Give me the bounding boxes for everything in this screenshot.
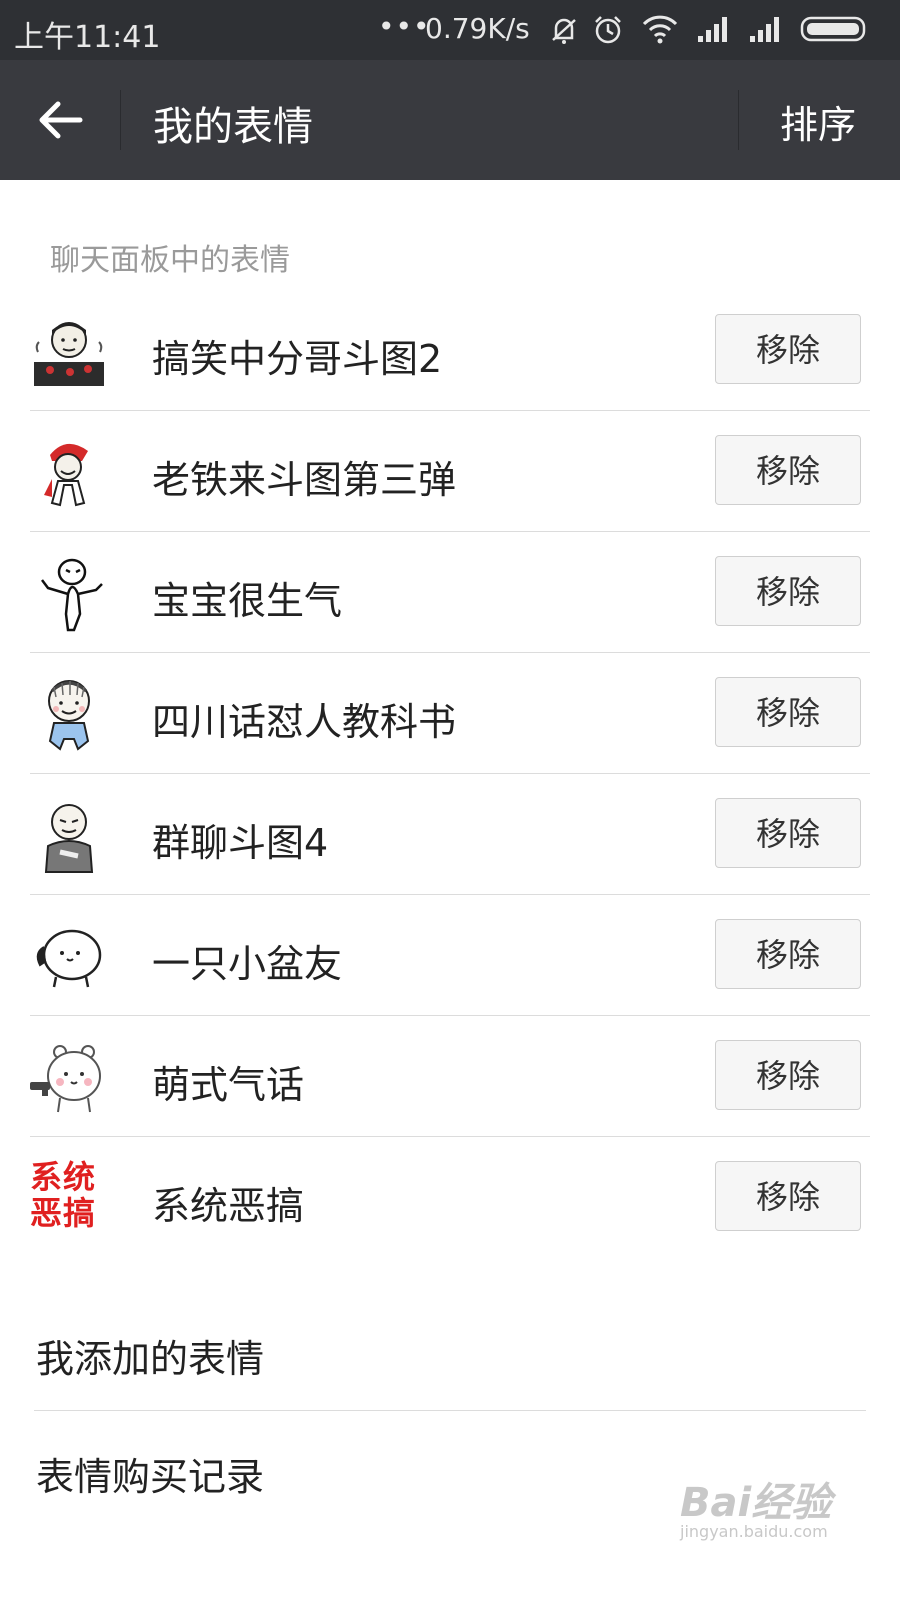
sticker-text-line-1: 系统 <box>30 1158 97 1196</box>
back-button[interactable] <box>30 90 94 150</box>
sticker-pack-name: 群聊斗图4 <box>152 821 329 865</box>
remove-button[interactable]: 移除 <box>715 1161 861 1231</box>
arrow-left-icon <box>39 101 83 139</box>
status-bar: 上午11:41 ••• 0.79K/s <box>0 0 900 60</box>
sticker-pack-name: 老铁来斗图第三弹 <box>152 458 457 502</box>
grey-shirt-meme-icon <box>44 804 94 873</box>
sticker-pack-name: 四川话怼人教科书 <box>152 700 457 744</box>
wifi-icon <box>642 15 678 44</box>
list-item: 老铁来斗图第三弹 移除 <box>30 411 870 532</box>
network-speed: 0.79K/s <box>425 12 530 45</box>
remove-button[interactable]: 移除 <box>715 1040 861 1110</box>
list-item: 萌式气话 移除 <box>30 1016 870 1137</box>
sticker-pack-name: 一只小盆友 <box>152 942 343 986</box>
entry-divider <box>34 1410 866 1411</box>
angry-doodle-icon <box>41 558 103 632</box>
title-divider-left <box>120 90 121 150</box>
page-title: 我的表情 <box>153 104 313 150</box>
sticker-pack-name: 搞笑中分哥斗图2 <box>152 337 443 381</box>
my-added-stickers-entry[interactable]: 我添加的表情 <box>36 1328 866 1383</box>
remove-button[interactable]: 移除 <box>715 556 861 626</box>
status-time: 上午11:41 <box>14 20 161 55</box>
remove-button[interactable]: 移除 <box>715 677 861 747</box>
section-title: 聊天面板中的表情 <box>50 243 290 278</box>
list-item: 一只小盆友 移除 <box>30 895 870 1016</box>
list-item: 四川话怼人教科书 移除 <box>30 653 870 774</box>
sticker-text-line-2: 恶搞 <box>30 1194 97 1232</box>
sticker-pack-name: 宝宝很生气 <box>152 579 343 623</box>
watermark-url: jingyan.baidu.com <box>680 1522 828 1541</box>
signal-1-icon <box>698 17 727 42</box>
battery-icon <box>800 16 866 42</box>
watermark-brand: Bai经验 <box>680 1480 832 1526</box>
mute-bell-icon <box>552 18 576 44</box>
system-prank-sticker: 系统 恶搞 <box>30 1159 108 1237</box>
remove-button[interactable]: 移除 <box>715 435 861 505</box>
alarm-clock-icon <box>595 16 621 44</box>
title-bar: 我的表情 排序 <box>0 60 900 180</box>
remove-button[interactable]: 移除 <box>715 919 861 989</box>
sort-button[interactable]: 排序 <box>780 94 856 149</box>
meme-man-icon <box>34 322 104 386</box>
round-white-buddy-icon <box>36 929 102 988</box>
blue-overalls-kid-icon <box>48 680 90 751</box>
more-dots-icon: ••• <box>378 10 431 43</box>
signal-2-icon <box>750 17 779 42</box>
watermark: Bai经验 jingyan.baidu.com <box>680 1470 832 1541</box>
list-item: 宝宝很生气 移除 <box>30 532 870 653</box>
list-item: 系统 恶搞 系统恶搞 移除 <box>30 1137 870 1257</box>
cute-bear-icon <box>30 1045 101 1113</box>
remove-button[interactable]: 移除 <box>715 798 861 868</box>
list-item: 群聊斗图4 移除 <box>30 774 870 895</box>
sticker-pack-name: 系统恶搞 <box>152 1184 305 1228</box>
title-divider-right <box>738 90 739 150</box>
list-item: 搞笑中分哥斗图2 移除 <box>30 290 870 411</box>
sticker-pack-list: 搞笑中分哥斗图2 移除 老铁来斗图第三弹 移除 宝宝很生气 移除 四川话怼人教科… <box>30 290 870 1257</box>
red-cap-meme-icon <box>44 443 88 507</box>
sticker-pack-name: 萌式气话 <box>152 1063 305 1107</box>
remove-button[interactable]: 移除 <box>715 314 861 384</box>
